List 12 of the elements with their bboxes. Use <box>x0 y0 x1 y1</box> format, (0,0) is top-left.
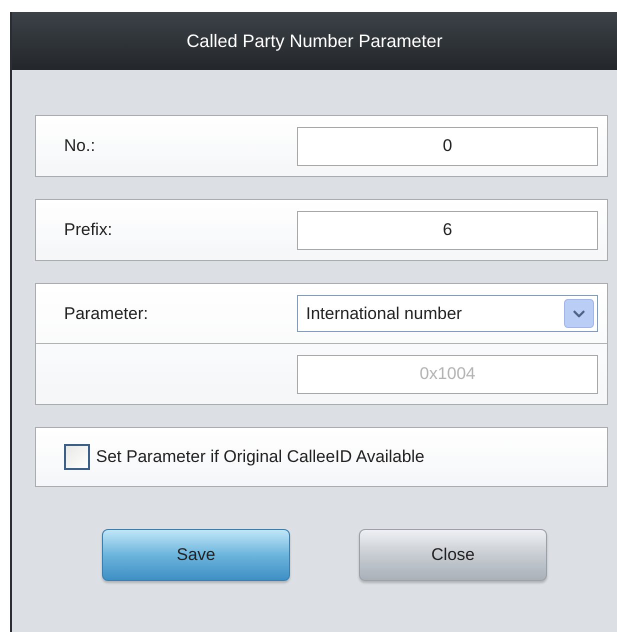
chevron-down-icon <box>564 299 594 328</box>
field-label: No.: <box>64 136 96 155</box>
parameter-dropdown[interactable]: International number <box>297 295 598 332</box>
field-label: Prefix: <box>64 220 112 239</box>
input-field[interactable]: 6 <box>297 210 598 250</box>
close-button[interactable]: Close <box>359 529 547 581</box>
input-field[interactable]: 0 <box>297 126 598 166</box>
checkbox[interactable] <box>64 444 90 470</box>
window-title: Called Party Number Parameter <box>186 30 443 53</box>
checkbox-label: Set Parameter if Original CalleeID Available <box>96 446 425 468</box>
save-button[interactable]: Save <box>102 529 290 581</box>
field-label: Parameter: <box>64 304 148 322</box>
